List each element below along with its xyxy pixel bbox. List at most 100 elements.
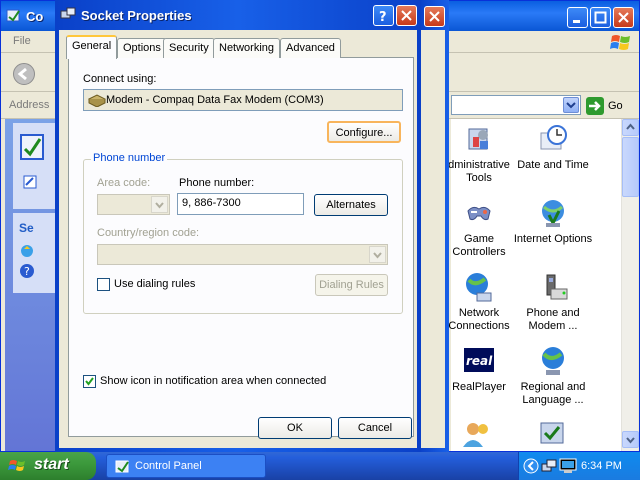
vertical-scrollbar[interactable]	[621, 119, 639, 451]
ok-button[interactable]: OK	[258, 417, 332, 439]
tab-advanced[interactable]: Advanced	[280, 38, 341, 58]
secondary-close-button[interactable]	[424, 6, 445, 27]
phone-number-field[interactable]: 9, 886-7300	[177, 193, 304, 215]
menu-file[interactable]: File	[13, 35, 31, 47]
chevron-down-icon	[373, 252, 382, 259]
item-label: Phone and Modem ...	[526, 307, 580, 332]
user-accounts-icon[interactable]	[461, 419, 493, 449]
cancel-button[interactable]: Cancel	[338, 417, 412, 439]
go-button[interactable]: Go	[608, 100, 623, 112]
tab-options[interactable]: Options	[117, 38, 167, 58]
globe-shield-icon	[542, 200, 564, 227]
chevron-down-icon	[626, 437, 635, 444]
start-button[interactable]: start	[0, 452, 96, 480]
go-arrow-icon[interactable]	[586, 97, 604, 115]
device-name: Modem - Compaq Data Fax Modem (COM3)	[106, 94, 324, 106]
area-code-label: Area code:	[97, 177, 151, 189]
switch-view-icon[interactable]	[21, 173, 41, 193]
item-label: dministrative Tools	[448, 159, 510, 184]
close-icon	[618, 12, 629, 23]
item-label: Network Connections	[448, 307, 510, 332]
chevron-down-icon	[566, 102, 576, 109]
security-center-icon[interactable]	[537, 419, 569, 449]
scroll-thumb[interactable]	[622, 137, 639, 197]
back-button[interactable]	[13, 63, 35, 85]
see-also-header: Se	[19, 221, 34, 235]
item-internet-options[interactable]: Internet Options	[511, 197, 595, 246]
country-region-dropdown[interactable]	[369, 246, 386, 263]
taskbar: start Control Panel 6:34 PM	[0, 452, 640, 480]
help-icon[interactable]: ?	[19, 263, 35, 279]
use-dialing-rules-checkbox[interactable]	[97, 278, 110, 291]
close-icon	[429, 11, 440, 22]
close-icon	[401, 10, 412, 21]
dialing-rules-button[interactable]: Dialing Rules	[315, 274, 388, 296]
address-dropdown-button[interactable]	[563, 97, 579, 113]
windows-logo-icon	[8, 460, 25, 471]
scroll-up-button[interactable]	[622, 119, 639, 136]
minimize-icon	[573, 20, 580, 23]
country-region-combo[interactable]	[97, 244, 388, 265]
clock: 6:34 PM	[581, 460, 622, 472]
item-regional-and-language[interactable]: Regional and Language ...	[511, 345, 595, 407]
item-game-controllers[interactable]: Game Controllers	[437, 197, 521, 259]
item-label: Game Controllers	[452, 233, 506, 258]
use-dialing-rules-label[interactable]: Use dialing rules	[114, 278, 195, 290]
chevron-up-icon	[626, 123, 635, 130]
modem-icon	[88, 94, 106, 107]
item-label: Internet Options	[513, 233, 593, 245]
tab-networking[interactable]: Networking	[213, 38, 281, 58]
close-button[interactable]	[613, 7, 634, 28]
help-button[interactable]: ?	[373, 5, 394, 26]
windows-update-icon[interactable]	[19, 243, 35, 259]
clock-icon	[540, 125, 567, 150]
system-tray: 6:34 PM	[518, 452, 640, 480]
admin-tools-icon	[468, 128, 488, 150]
dialog-close-button[interactable]	[396, 5, 417, 26]
gamepad-icon	[467, 206, 491, 221]
device-list[interactable]: Modem - Compaq Data Fax Modem (COM3)	[83, 89, 403, 111]
item-realplayer[interactable]: real RealPlayer	[437, 345, 521, 394]
maximize-button[interactable]	[590, 7, 611, 28]
address-label: Address	[9, 99, 50, 111]
address-input[interactable]	[451, 95, 581, 115]
question-icon: ?	[379, 10, 387, 22]
display-tray-icon[interactable]	[559, 458, 577, 474]
alternates-button[interactable]: Alternates	[314, 194, 388, 216]
item-network-connections[interactable]: Network Connections	[437, 271, 521, 333]
show-icon-label[interactable]: Show icon in notification area when conn…	[100, 375, 326, 387]
minimize-button[interactable]	[567, 7, 588, 28]
tab-security[interactable]: Security	[163, 38, 215, 58]
item-label: RealPlayer	[452, 381, 506, 393]
area-code-dropdown[interactable]	[151, 196, 168, 213]
item-phone-and-modem[interactable]: Phone and Modem ...	[511, 271, 595, 333]
network-tray-icon[interactable]	[541, 458, 557, 474]
control-panel-title: Co	[26, 9, 44, 24]
connect-using-label: Connect using:	[83, 73, 157, 85]
configure-button[interactable]: Configure...	[327, 121, 401, 143]
taskbar-button-control-panel[interactable]: Control Panel	[106, 454, 266, 478]
dialog-title: Socket Properties	[81, 8, 192, 23]
socket-properties-dialog: Socket Properties ? Connect using: Modem…	[55, 0, 421, 452]
tab-general[interactable]: General	[66, 35, 118, 59]
taskbar-button-label: Control Panel	[135, 460, 202, 472]
regional-globe-icon	[542, 347, 564, 375]
svg-text:?: ?	[24, 265, 30, 278]
area-code-combo[interactable]	[97, 194, 170, 215]
item-administrative-tools[interactable]: dministrative Tools	[437, 123, 521, 185]
item-date-and-time[interactable]: Date and Time	[511, 123, 595, 172]
secondary-window-body	[419, 30, 445, 448]
control-panel-items: dministrative Tools Date and Time Game C…	[448, 119, 621, 451]
show-icon-checkbox[interactable]	[83, 375, 96, 388]
control-panel-icon	[6, 9, 20, 22]
phone-number-group-label: Phone number	[91, 152, 168, 164]
scroll-down-button[interactable]	[622, 431, 639, 448]
control-panel-icon	[115, 460, 129, 473]
phone-modem-icon	[546, 274, 568, 300]
svg-text:real: real	[466, 354, 493, 368]
secondary-window-frame	[419, 0, 449, 452]
item-label: Date and Time	[517, 159, 589, 171]
checkmark-icon	[85, 377, 94, 386]
connection-icon	[60, 7, 76, 19]
show-hidden-icons-chevron-icon[interactable]	[523, 458, 539, 474]
